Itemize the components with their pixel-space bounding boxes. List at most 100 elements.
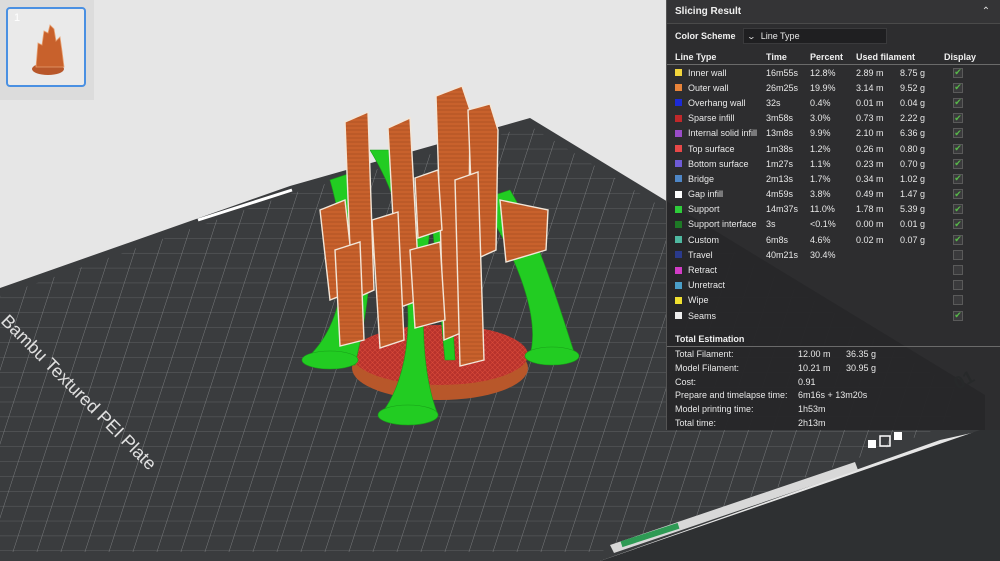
filament-weight-cell: 1.47 g <box>900 189 926 200</box>
display-checkbox[interactable]: ✔ <box>953 158 963 169</box>
display-checkbox[interactable]: ✔ <box>953 97 963 108</box>
header-display: Display <box>944 51 977 62</box>
total-estimation-title: Total Estimation <box>667 329 1000 348</box>
line-type-row: Internal solid infill 13m8s 9.9% 2.10 m 6.36… <box>667 126 1000 141</box>
line-type-name: Seams <box>688 310 717 321</box>
filament-length-cell: 0.00 m <box>856 219 884 230</box>
color-scheme-row: Color Scheme ⌄ Line Type <box>667 26 1000 46</box>
line-type-name: Support interface <box>688 219 757 230</box>
color-scheme-select[interactable]: ⌄ Line Type <box>743 28 887 44</box>
slicing-result-panel: Slicing Result ⌃ Color Scheme ⌄ Line Typ… <box>666 0 1000 430</box>
filament-weight-cell: 0.04 g <box>900 97 926 108</box>
line-type-row: Sparse infill 3m58s 3.0% 0.73 m 2.22 g ✔ <box>667 111 1000 126</box>
display-checkbox[interactable] <box>953 249 963 260</box>
display-checkbox[interactable]: ✔ <box>953 189 963 200</box>
estimation-label: Total time: <box>675 418 717 429</box>
filament-weight-cell: 5.39 g <box>900 204 926 215</box>
model-base-top <box>352 325 528 385</box>
color-swatch <box>675 251 682 259</box>
color-swatch <box>675 145 682 153</box>
color-swatch <box>675 99 682 107</box>
line-type-name: Unretract <box>688 280 726 291</box>
percent-cell: 12.8% <box>810 67 836 78</box>
color-swatch <box>675 220 682 228</box>
line-type-row: Unretract <box>667 278 1000 293</box>
line-type-row: Travel 40m21s 30.4% <box>667 247 1000 262</box>
estimation-value: 10.21 m <box>798 362 831 373</box>
estimation-row: Prepare and timelapse time: 6m16s + 13m20… <box>667 389 1000 403</box>
color-swatch <box>675 296 682 304</box>
color-swatch <box>675 312 682 320</box>
collapse-icon[interactable]: ⌃ <box>980 6 992 18</box>
estimation-label: Cost: <box>675 376 697 387</box>
line-type-name: Bottom surface <box>688 158 749 169</box>
time-cell: 14m37s <box>766 204 799 215</box>
estimation-row: Model printing time: 1h53m <box>667 402 1000 416</box>
color-swatch <box>675 236 682 244</box>
estimation-value: 1h53m <box>798 404 826 415</box>
filament-length-cell: 0.34 m <box>856 173 884 184</box>
display-checkbox[interactable] <box>953 295 963 306</box>
display-checkbox[interactable] <box>953 265 963 276</box>
display-checkbox[interactable]: ✔ <box>953 204 963 215</box>
line-type-name: Outer wall <box>688 82 729 93</box>
display-checkbox[interactable]: ✔ <box>953 234 963 245</box>
plate-thumbnail[interactable]: 1 <box>6 7 86 87</box>
line-type-row: Bottom surface 1m27s 1.1% 0.23 m 0.70 g ✔ <box>667 156 1000 171</box>
time-cell: 3s <box>766 219 776 230</box>
percent-cell: 1.1% <box>810 158 831 169</box>
line-type-row: Retract <box>667 262 1000 277</box>
line-type-cell: Outer wall <box>675 83 766 93</box>
estimation-label: Total Filament: <box>675 349 734 360</box>
display-checkbox[interactable]: ✔ <box>953 143 963 154</box>
plate-index: 1 <box>14 12 21 24</box>
line-type-cell: Internal solid infill <box>675 128 766 138</box>
color-swatch <box>675 175 682 183</box>
color-swatch <box>675 114 682 122</box>
time-cell: 40m21s <box>766 249 799 260</box>
percent-cell: 1.2% <box>810 143 831 154</box>
display-checkbox[interactable]: ✔ <box>953 82 963 93</box>
line-type-row: Wipe <box>667 293 1000 308</box>
display-checkbox[interactable]: ✔ <box>953 219 963 230</box>
line-type-cell: Top surface <box>675 144 766 154</box>
time-cell: 16m55s <box>766 67 799 78</box>
time-cell: 2m13s <box>766 173 794 184</box>
filament-weight-cell: 0.80 g <box>900 143 926 154</box>
display-checkbox[interactable] <box>953 280 963 291</box>
percent-cell: 3.8% <box>810 189 831 200</box>
percent-cell: 9.9% <box>810 128 831 139</box>
line-type-cell: Overhang wall <box>675 98 766 108</box>
percent-cell: 0.4% <box>810 97 831 108</box>
line-type-cell: Bridge <box>675 174 766 184</box>
time-cell: 1m38s <box>766 143 794 154</box>
line-type-name: Internal solid infill <box>688 128 758 139</box>
time-cell: 6m8s <box>766 234 789 245</box>
color-scheme-label: Color Scheme <box>675 31 736 41</box>
line-type-row: Inner wall 16m55s 12.8% 2.89 m 8.75 g ✔ <box>667 65 1000 80</box>
filament-weight-cell: 9.52 g <box>900 82 926 93</box>
display-checkbox[interactable]: ✔ <box>953 128 963 139</box>
line-type-cell: Travel <box>675 250 766 260</box>
line-type-cell: Support interface <box>675 219 766 229</box>
color-swatch <box>675 69 682 77</box>
estimation-value: 0.91 <box>798 376 816 387</box>
line-type-row: Seams ✔ <box>667 308 1000 323</box>
display-checkbox[interactable]: ✔ <box>953 310 963 321</box>
color-swatch <box>675 190 682 198</box>
header-used-filament: Used filament <box>856 51 916 62</box>
filament-length-cell: 1.78 m <box>856 204 884 215</box>
model-thumbnail-icon <box>32 24 65 75</box>
display-checkbox[interactable]: ✔ <box>953 173 963 184</box>
percent-cell: 11.0% <box>810 204 835 215</box>
time-cell: 3m58s <box>766 113 794 124</box>
filament-weight-cell: 0.01 g <box>900 219 926 230</box>
estimation-row: Total time: 2h13m <box>667 416 1000 430</box>
display-checkbox[interactable]: ✔ <box>953 67 963 78</box>
estimation-label: Model Filament: <box>675 362 740 373</box>
filament-weight-cell: 1.02 g <box>900 173 926 184</box>
filament-weight-cell: 0.07 g <box>900 234 926 245</box>
color-swatch <box>675 281 682 289</box>
line-type-row: Outer wall 26m25s 19.9% 3.14 m 9.52 g ✔ <box>667 80 1000 95</box>
display-checkbox[interactable]: ✔ <box>953 113 963 124</box>
